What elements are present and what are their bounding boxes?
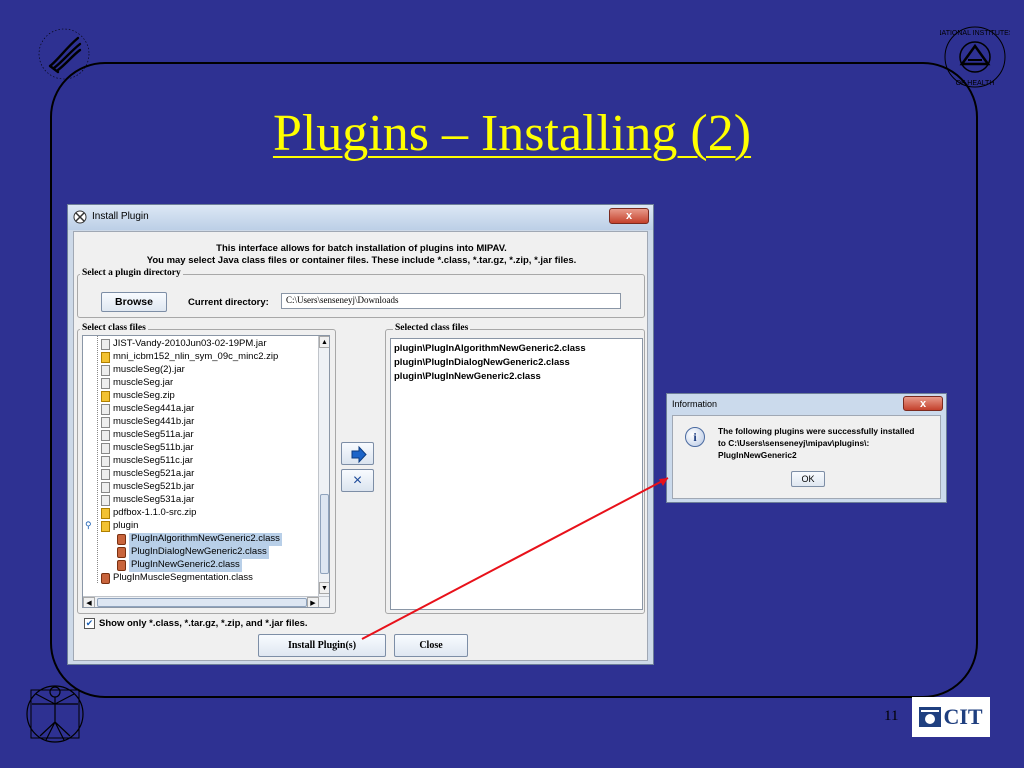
tree-item[interactable]: PlugInNewGeneric2.class <box>129 559 242 572</box>
cit-logo: CIT <box>912 697 990 737</box>
tree-item[interactable]: muscleSeg521b.jar <box>113 481 194 494</box>
jar-file-icon <box>101 378 110 389</box>
dialog-body: i The following plugins were successfull… <box>672 415 941 499</box>
dialog-message-line-2: to C:\Users\senseneyj\mipav\plugins\: <box>718 438 870 448</box>
tree-item[interactable]: muscleSeg511a.jar <box>113 429 194 442</box>
scroll-left-icon[interactable]: ◀ <box>83 597 95 607</box>
class-file-icon <box>117 560 126 571</box>
hhs-eagle-icon <box>38 28 90 80</box>
tree-item[interactable]: muscleSeg511b.jar <box>113 442 194 455</box>
jar-file-icon <box>101 495 110 506</box>
close-button[interactable]: Close <box>394 634 468 657</box>
close-window-button[interactable]: x <box>609 208 649 224</box>
class-file-icon <box>117 547 126 558</box>
svg-text:OF HEALTH: OF HEALTH <box>956 80 995 87</box>
tree-item[interactable]: muscleSeg441a.jar <box>113 403 194 416</box>
dialog-message: The following plugins were successfully … <box>718 425 940 461</box>
jar-file-icon <box>101 339 110 350</box>
dialog-message-line-1: The following plugins were successfully … <box>718 426 915 436</box>
page-number: 11 <box>884 708 899 724</box>
selected-files-list[interactable]: plugin\PlugInAlgorithmNewGeneric2.class … <box>390 338 643 610</box>
tree-item[interactable]: pdfbox-1.1.0-src.zip <box>113 507 196 520</box>
info-line-1: This interface allows for batch installa… <box>216 243 507 254</box>
vitruvian-man-icon <box>26 685 84 743</box>
svg-text:NATIONAL INSTITUTES: NATIONAL INSTITUTES <box>940 30 1010 37</box>
scroll-up-icon[interactable]: ▲ <box>319 336 329 348</box>
zip-file-icon <box>101 352 110 363</box>
show-only-checkbox[interactable]: ✔ <box>84 618 95 629</box>
class-files-legend: Select class files <box>80 323 148 333</box>
remove-x-icon: × <box>352 472 363 489</box>
window-title: Install Plugin <box>92 211 149 222</box>
cit-logo-icon <box>919 707 942 727</box>
slide-title: Plugins – Installing (2) <box>272 105 752 162</box>
class-file-icon <box>101 573 110 584</box>
folder-icon <box>101 521 110 532</box>
dialog-close-button[interactable]: x <box>903 396 943 411</box>
plugin-directory-legend: Select a plugin directory <box>80 268 183 278</box>
tree-item[interactable]: PlugInAlgorithmNewGeneric2.class <box>129 533 282 546</box>
add-arrow-icon <box>351 445 367 464</box>
tree-item[interactable]: muscleSeg.zip <box>113 390 175 403</box>
install-plugin-window-icon <box>73 210 87 224</box>
cit-logo-text: CIT <box>943 704 983 729</box>
info-icon: i <box>685 427 705 447</box>
window-body: This interface allows for batch installa… <box>73 231 648 661</box>
jar-file-icon <box>101 365 110 376</box>
jar-file-icon <box>101 404 110 415</box>
tree-item[interactable]: muscleSeg.jar <box>113 377 173 390</box>
tree-connector <box>97 336 98 583</box>
browse-button[interactable]: Browse <box>101 292 167 312</box>
information-dialog: Information x i The following plugins we… <box>666 393 947 503</box>
zip-file-icon <box>101 391 110 402</box>
jar-file-icon <box>101 417 110 428</box>
jar-file-icon <box>101 430 110 441</box>
class-file-icon <box>117 534 126 545</box>
tree-item[interactable]: muscleSeg531a.jar <box>113 494 194 507</box>
tree-item[interactable]: PlugInDialogNewGeneric2.class <box>129 546 269 559</box>
list-item[interactable]: plugin\PlugInNewGeneric2.class <box>394 371 541 382</box>
tree-item[interactable]: muscleSeg511c.jar <box>113 455 193 468</box>
tree-item[interactable]: PlugInMuscleSegmentation.class <box>113 572 253 585</box>
current-directory-field[interactable]: C:\Users\senseneyj\Downloads <box>281 293 621 309</box>
install-plugins-button[interactable]: Install Plugin(s) <box>258 634 386 657</box>
expand-toggle-icon[interactable]: ⚲ <box>85 520 92 531</box>
scroll-thumb[interactable] <box>320 494 329 574</box>
zip-file-icon <box>101 508 110 519</box>
jar-file-icon <box>101 469 110 480</box>
scroll-right-icon[interactable]: ▶ <box>307 597 319 607</box>
current-directory-label: Current directory: <box>188 297 269 308</box>
jar-file-icon <box>101 482 110 493</box>
dialog-message-line-3: PlugInNewGeneric2 <box>718 450 797 460</box>
ok-button[interactable]: OK <box>791 471 825 487</box>
tree-vertical-scrollbar[interactable]: ▲ ▼ <box>318 336 329 596</box>
jar-file-icon <box>101 456 110 467</box>
install-plugin-window: Install Plugin x This interface allows f… <box>67 204 654 665</box>
info-line-2: You may select Java class files or conta… <box>146 255 577 266</box>
class-files-tree[interactable]: JIST-Vandy-2010Jun03-02-19PM.jar mni_icbm… <box>82 335 330 608</box>
jar-file-icon <box>101 443 110 454</box>
show-only-label: Show only *.class, *.tar.gz, *.zip, and … <box>99 618 308 629</box>
tree-item[interactable]: JIST-Vandy-2010Jun03-02-19PM.jar <box>113 338 267 351</box>
tree-horizontal-scrollbar[interactable]: ◀ ▶ <box>83 596 329 607</box>
scroll-down-icon[interactable]: ▼ <box>319 582 329 594</box>
list-item[interactable]: plugin\PlugInAlgorithmNewGeneric2.class <box>394 343 586 354</box>
nih-logo-icon: NATIONAL INSTITUTES OF HEALTH <box>940 26 1010 88</box>
list-item[interactable]: plugin\PlugInDialogNewGeneric2.class <box>394 357 570 368</box>
tree-item[interactable]: plugin <box>113 520 138 533</box>
selected-files-legend: Selected class files <box>393 323 471 333</box>
tree-item[interactable]: muscleSeg(2).jar <box>113 364 185 377</box>
tree-item[interactable]: muscleSeg521a.jar <box>113 468 194 481</box>
dialog-title: Information <box>672 399 718 409</box>
tree-item[interactable]: muscleSeg441b.jar <box>113 416 194 429</box>
tree-item[interactable]: mni_icbm152_nlin_sym_09c_minc2.zip <box>113 351 278 364</box>
remove-files-button[interactable]: × <box>341 469 374 492</box>
window-titlebar[interactable]: Install Plugin x <box>68 205 653 230</box>
horizontal-scroll-thumb[interactable] <box>97 598 307 607</box>
add-files-button[interactable] <box>341 442 374 465</box>
